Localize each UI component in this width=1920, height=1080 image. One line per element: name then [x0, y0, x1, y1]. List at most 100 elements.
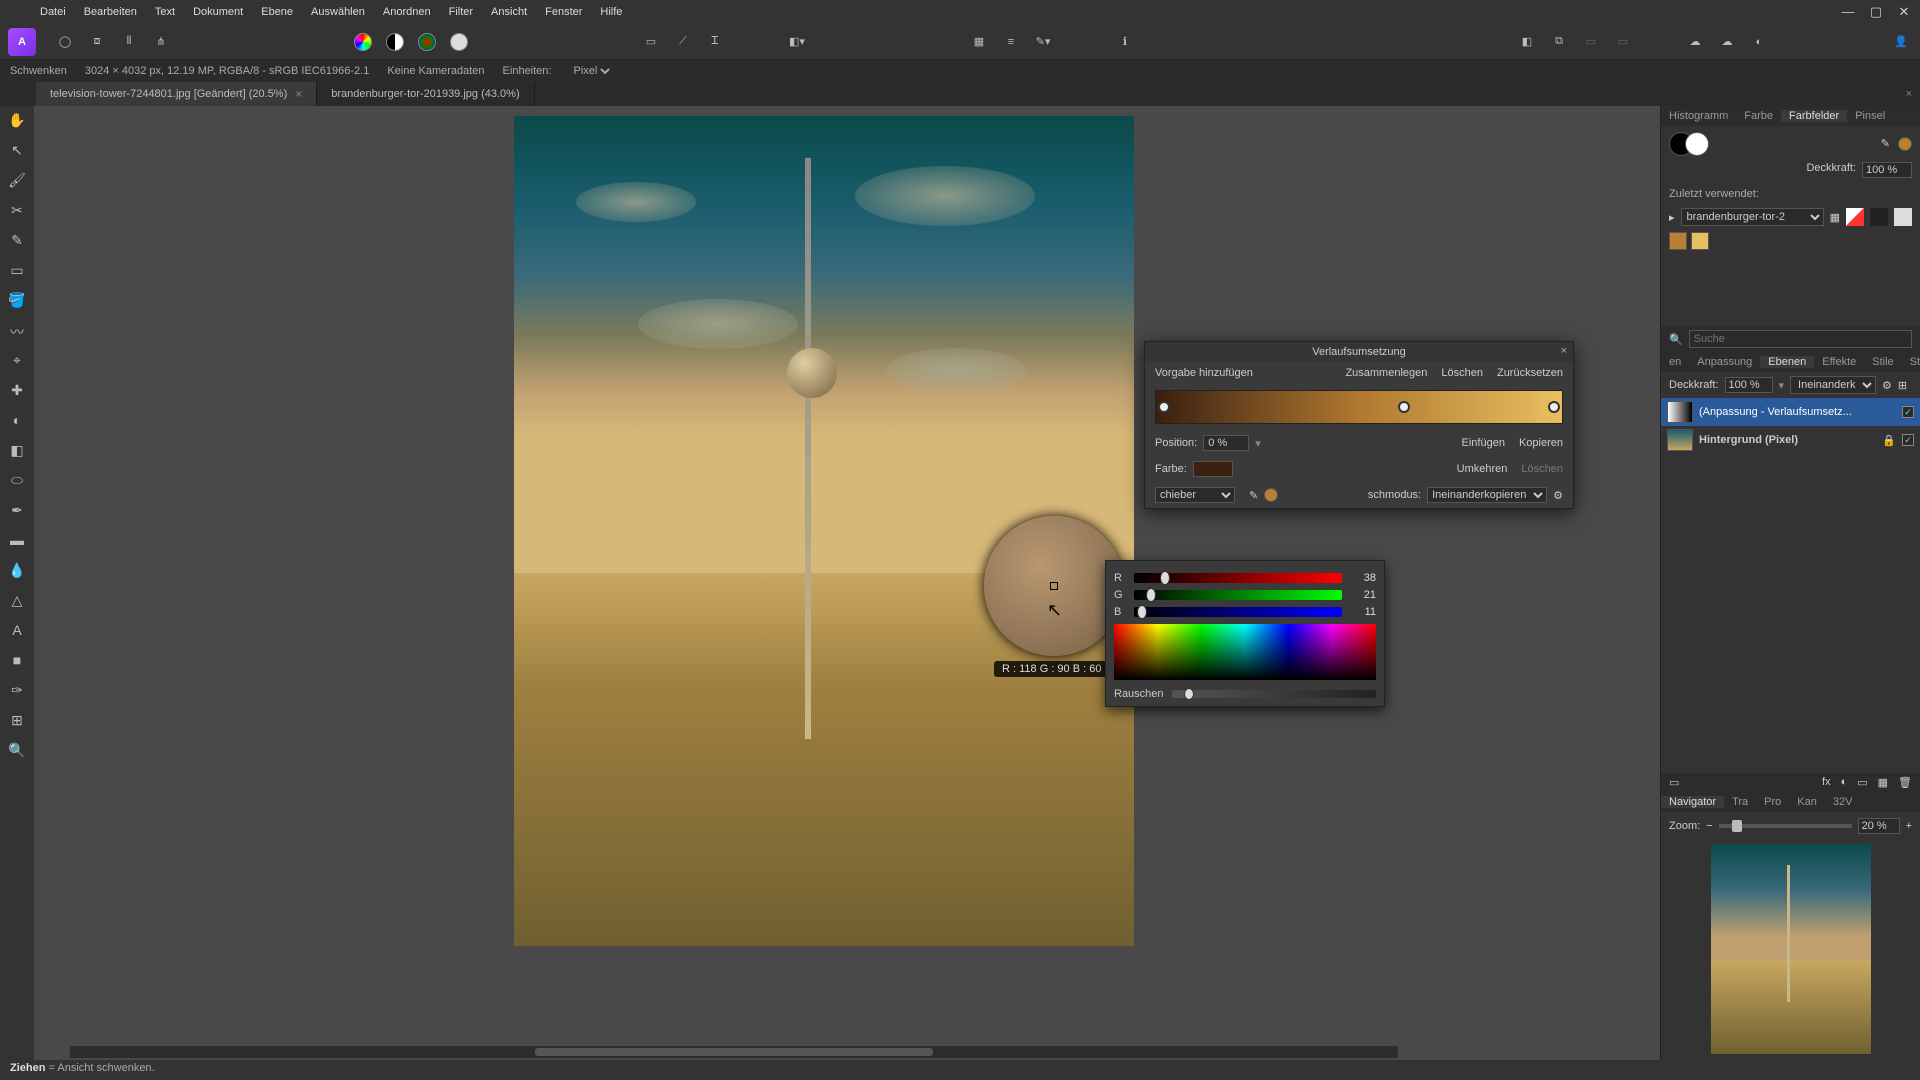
current-color-icon[interactable]	[1264, 488, 1278, 502]
zoom-out-icon[interactable]: −	[1706, 820, 1712, 832]
grid-icon[interactable]: ▦	[968, 31, 990, 53]
marquee-icon[interactable]: ▭	[640, 31, 662, 53]
move-tool-icon[interactable]: ↖	[7, 142, 27, 162]
text-tool-icon[interactable]: A	[7, 622, 27, 642]
visibility-checkbox[interactable]	[1902, 434, 1914, 446]
layer-opt4-icon[interactable]: ▭	[1612, 31, 1634, 53]
search-input[interactable]	[1689, 330, 1912, 348]
blue-slider[interactable]	[1134, 607, 1342, 617]
panel-tab[interactable]: Stock	[1902, 356, 1920, 368]
pen-tool-icon[interactable]: ✒	[7, 502, 27, 522]
layer-opacity-input[interactable]	[1725, 377, 1773, 393]
clone-tool-icon[interactable]: ⌖	[7, 352, 27, 372]
pencil-tool-icon[interactable]: ✎	[7, 232, 27, 252]
adjust-icon[interactable]: ◐	[1841, 776, 1848, 789]
zoom-input[interactable]	[1858, 818, 1900, 834]
panel-tab[interactable]: Stile	[1864, 356, 1901, 368]
layer-add-icon[interactable]: ◧	[1516, 31, 1538, 53]
opacity-input[interactable]	[1862, 162, 1912, 178]
minimize-icon[interactable]: —	[1840, 4, 1856, 20]
refresh-icon[interactable]: ◯	[54, 31, 76, 53]
pen-dropdown-icon[interactable]: ✎▾	[1032, 31, 1054, 53]
lock-icon[interactable]: 🔒	[1882, 434, 1896, 447]
asset-select[interactable]: brandenburger-tor-2	[1681, 208, 1824, 226]
align-icon[interactable]: ≡	[1000, 31, 1022, 53]
menu-item[interactable]: Bearbeiten	[84, 6, 137, 18]
gradient-stop[interactable]	[1158, 401, 1170, 413]
slider-mode-select[interactable]: chieber	[1155, 487, 1235, 503]
panel-tab[interactable]: en	[1661, 356, 1689, 368]
merge-button[interactable]: Zusammenlegen	[1345, 367, 1427, 379]
panel-tab[interactable]: Ebenen	[1760, 356, 1814, 368]
gear-icon[interactable]: ⚙	[1882, 379, 1892, 392]
add-layer-icon[interactable]: ▦	[1878, 776, 1888, 789]
crop-icon[interactable]: ◧▾	[786, 31, 808, 53]
navigator-thumbnail[interactable]	[1711, 844, 1871, 1054]
layer-row[interactable]: (Anpassung - Verlaufsumsetz...	[1661, 398, 1920, 426]
gear-icon[interactable]: ⚙	[1553, 489, 1563, 502]
zoom-slider[interactable]	[1719, 824, 1852, 828]
horizontal-scrollbar[interactable]	[70, 1046, 1398, 1058]
crop-tool-icon[interactable]: ✂	[7, 202, 27, 222]
layer-mask-icon[interactable]: ▭	[1669, 776, 1679, 789]
bw-circle-icon[interactable]	[384, 31, 406, 53]
document-tab[interactable]: brandenburger-tor-201939.jpg (43.0%)	[317, 82, 534, 106]
panel-tab[interactable]: 32V	[1825, 796, 1861, 808]
trash-icon[interactable]: 🗑	[1898, 776, 1912, 789]
menu-item[interactable]: Ebene	[261, 6, 293, 18]
globe-icon[interactable]: ◐	[1748, 31, 1770, 53]
noise-slider[interactable]	[1172, 690, 1376, 698]
lock-icon[interactable]: ⊞	[1898, 379, 1907, 392]
blur-tool-icon[interactable]: 💧	[7, 562, 27, 582]
stepper-icon[interactable]: ▾	[1779, 379, 1785, 392]
gradient-tool-icon[interactable]: ▬	[7, 532, 27, 552]
eraser-tool-icon[interactable]: ◧	[7, 442, 27, 462]
eyedropper-icon[interactable]: ✎	[1881, 137, 1890, 151]
layer-dup-icon[interactable]: ⧉	[1548, 31, 1570, 53]
waveform-icon[interactable]: ⦀	[118, 31, 140, 53]
color-slider-popup[interactable]: R 38 G 21 B 11 Rauschen	[1105, 560, 1385, 707]
close-dialog-icon[interactable]: ×	[1561, 345, 1567, 357]
sharpen-tool-icon[interactable]: △	[7, 592, 27, 612]
text-cursor-icon[interactable]: Ꮖ	[704, 31, 726, 53]
dodge-tool-icon[interactable]: ◐	[7, 412, 27, 432]
layer-row[interactable]: Hintergrund (Pixel) 🔒	[1661, 426, 1920, 454]
plain-circle-icon[interactable]	[448, 31, 470, 53]
menu-item[interactable]: Dokument	[193, 6, 243, 18]
copy-button[interactable]: Kopieren	[1519, 437, 1563, 449]
dialog-title-bar[interactable]: Verlaufsumsetzung ×	[1145, 342, 1573, 362]
invert-button[interactable]: Umkehren	[1457, 463, 1508, 475]
brush-tool-icon[interactable]: 🖌	[7, 172, 27, 192]
heal-tool-icon[interactable]: ✚	[7, 382, 27, 402]
color-spectrum[interactable]	[1114, 624, 1376, 680]
add-preset-button[interactable]: Vorgabe hinzufügen	[1155, 367, 1253, 379]
shape-tool-icon[interactable]: ■	[7, 652, 27, 672]
close-icon[interactable]: ✕	[1896, 4, 1912, 20]
fg-bg-swatches[interactable]	[1669, 132, 1709, 156]
fx-icon[interactable]: fx	[1822, 776, 1831, 789]
gradient-bar[interactable]	[1155, 390, 1563, 424]
grid-icon[interactable]: ▦	[1830, 211, 1840, 224]
menu-item[interactable]: Ansicht	[491, 6, 527, 18]
panel-tab[interactable]: Farbe	[1736, 110, 1781, 122]
smudge-tool-icon[interactable]: 〰	[7, 322, 27, 342]
menu-item[interactable]: Hilfe	[600, 6, 622, 18]
gradient-stop[interactable]	[1398, 401, 1410, 413]
share-icon[interactable]: ⋔	[150, 31, 172, 53]
visibility-checkbox[interactable]	[1902, 406, 1914, 418]
gradient-map-dialog[interactable]: Verlaufsumsetzung × Vorgabe hinzufügen Z…	[1144, 341, 1574, 509]
close-tab-icon[interactable]: ×	[295, 87, 302, 101]
units-select[interactable]: Pixel	[569, 64, 613, 78]
menu-item[interactable]: Auswählen	[311, 6, 365, 18]
panel-tab[interactable]: Pinsel	[1847, 110, 1893, 122]
swatch-preset[interactable]	[1894, 208, 1912, 226]
menu-item[interactable]: Datei	[40, 6, 66, 18]
stepper-icon[interactable]: ▾	[1255, 437, 1261, 450]
recent-swatch[interactable]	[1669, 232, 1687, 250]
hand-tool-icon[interactable]: ✋	[7, 112, 27, 132]
menu-item[interactable]: Anordnen	[383, 6, 431, 18]
menu-item[interactable]: Fenster	[545, 6, 582, 18]
close-all-icon[interactable]: ×	[1906, 88, 1912, 100]
gradient-stop[interactable]	[1548, 401, 1560, 413]
panel-tab[interactable]: Kan	[1789, 796, 1825, 808]
